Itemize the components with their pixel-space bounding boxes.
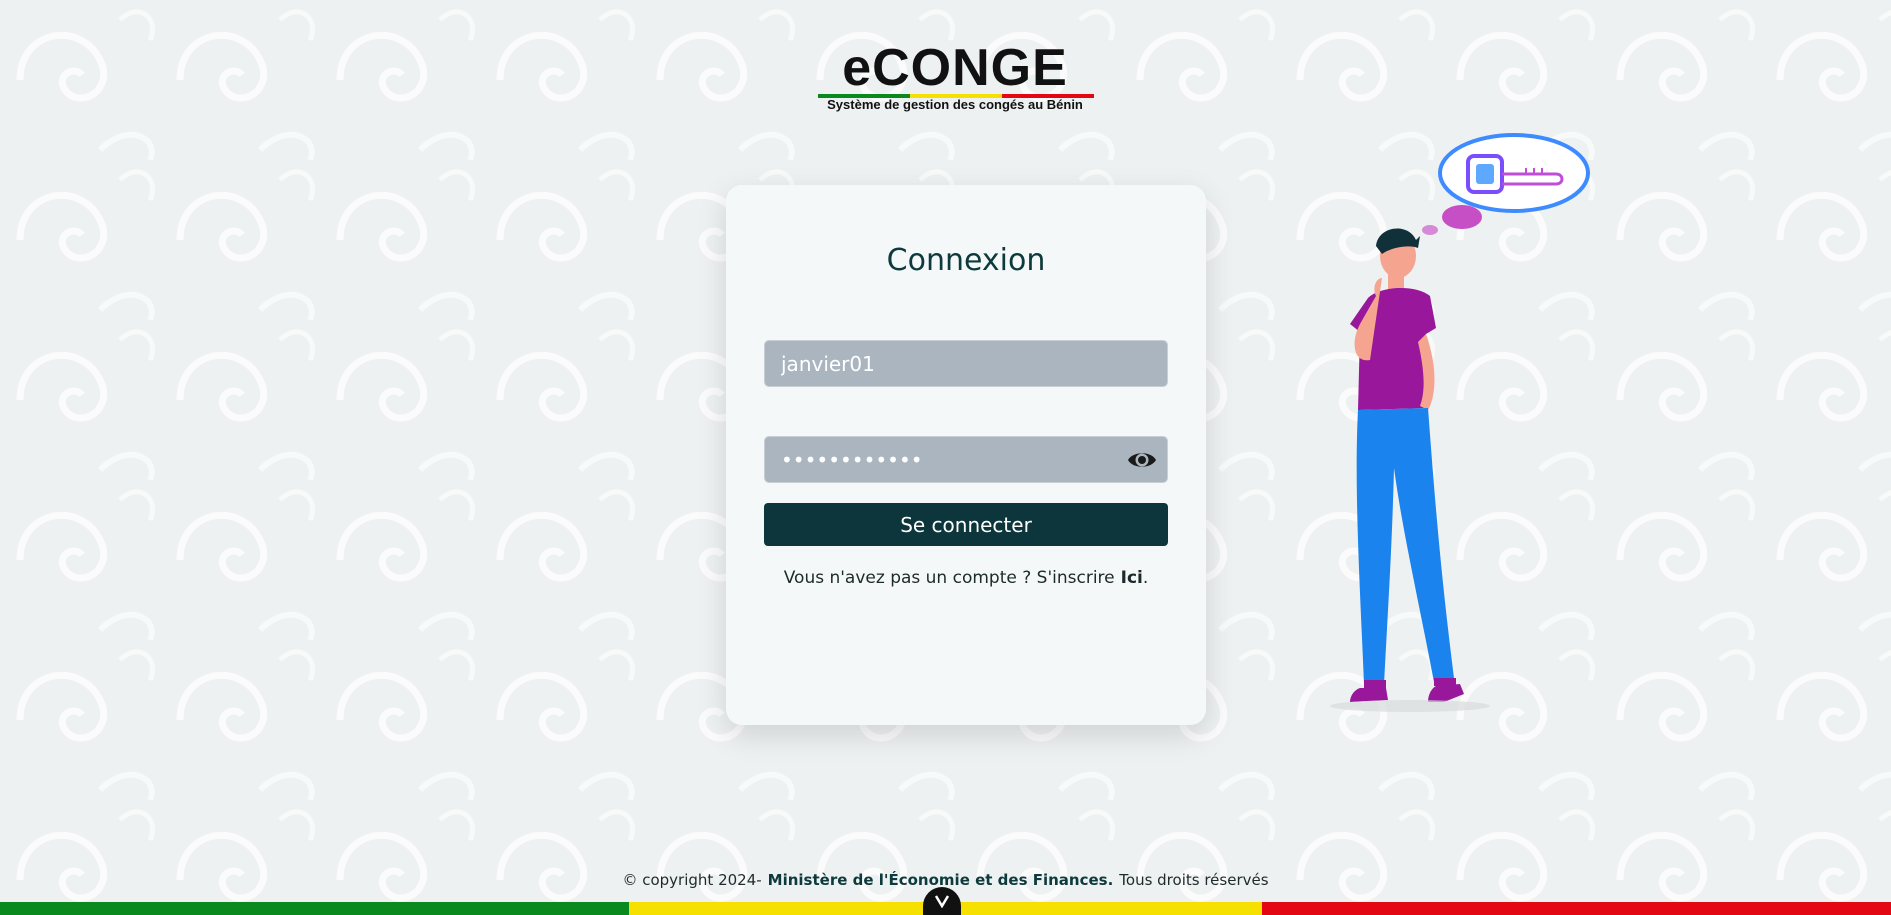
logo-tagline: Système de gestion des congés au Bénin — [827, 97, 1083, 112]
flag-red-segment — [1262, 902, 1891, 915]
logo-wordmark: eCONGE — [842, 39, 1068, 97]
login-title: Connexion — [886, 243, 1046, 278]
username-input[interactable] — [779, 350, 1153, 377]
signup-link[interactable]: Ici — [1121, 568, 1143, 588]
footer: © copyright 2024- Ministère de l'Économie… — [0, 871, 1891, 889]
login-card: Connexion Se connecter Vous n'avez pas u… — [726, 185, 1206, 725]
chevron-down-icon — [934, 895, 950, 908]
signup-suffix: . — [1142, 568, 1149, 588]
footer-copyright: © copyright 2024- — [622, 871, 762, 889]
econge-logo: eCONGE Système de gestion des congés au … — [812, 42, 1098, 114]
signup-text: Vous n'avez pas un compte ? S'inscrire — [783, 568, 1115, 588]
username-field[interactable] — [764, 340, 1168, 387]
thinking-man-illustration — [1330, 133, 1590, 712]
password-input[interactable] — [779, 446, 1153, 473]
eye-icon[interactable] — [1127, 448, 1157, 472]
footer-rights: Tous droits réservés — [1119, 871, 1269, 889]
password-field[interactable] — [764, 436, 1168, 483]
signup-prompt: Vous n'avez pas un compte ? S'inscrire Ic… — [726, 568, 1206, 588]
flag-green-segment — [0, 902, 629, 915]
login-button[interactable]: Se connecter — [764, 503, 1168, 546]
